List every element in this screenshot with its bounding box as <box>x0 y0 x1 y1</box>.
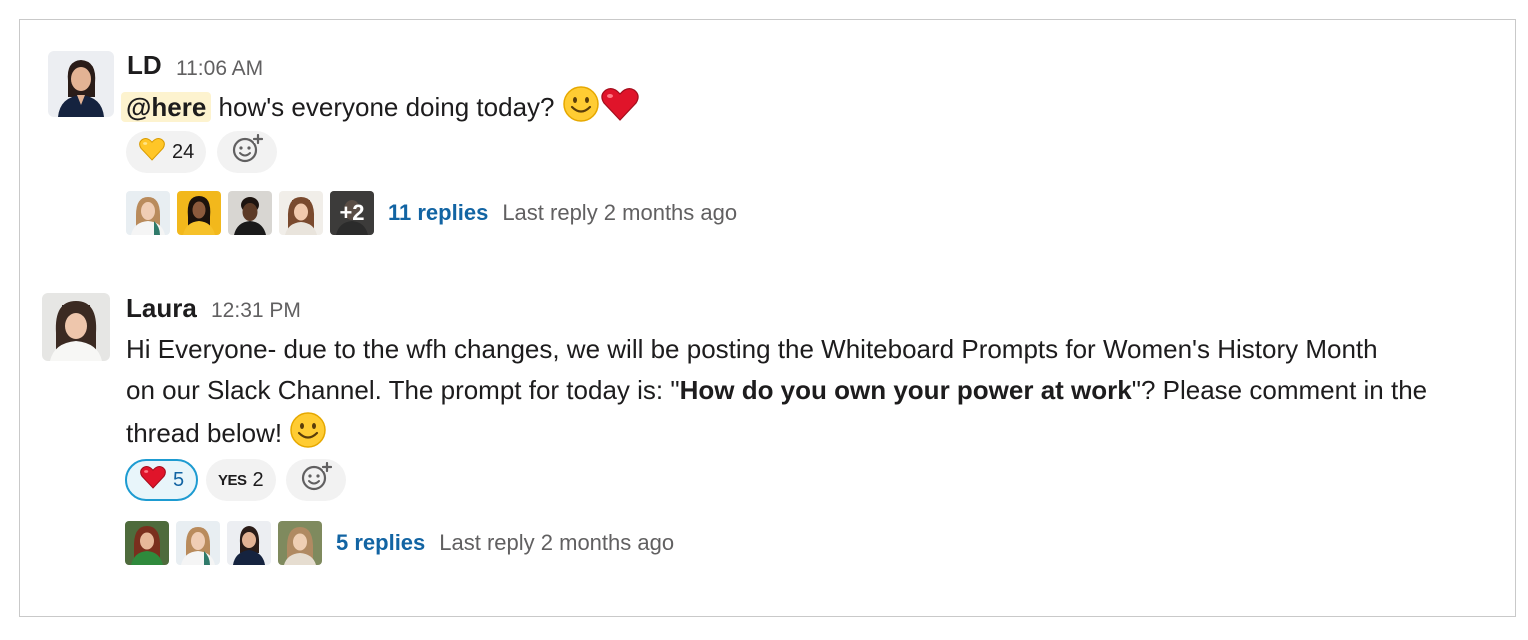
message-text: @here how's everyone doing today? <box>121 85 640 135</box>
smile-emoji-icon <box>562 85 600 135</box>
red-heart-icon <box>139 464 167 496</box>
author-name[interactable]: Laura <box>126 293 197 324</box>
participant-avatar <box>177 191 221 235</box>
yellow-heart-icon <box>138 136 166 168</box>
reaction-count: 5 <box>173 468 185 491</box>
replies-link[interactable]: 5 replies <box>336 530 425 556</box>
add-reaction-button[interactable] <box>286 459 346 501</box>
message-text: Hi Everyone- due to the wfh changes, we … <box>126 329 1506 461</box>
text-segment: "? Please comment in the <box>1131 375 1428 405</box>
participant-avatar-more: +2 <box>330 191 374 235</box>
reaction-count: 2 <box>252 468 264 491</box>
message-body: how's everyone doing today? <box>218 92 555 122</box>
participant-avatar <box>126 191 170 235</box>
thread-summary[interactable]: 5 replies Last reply 2 months ago <box>125 521 674 565</box>
text-segment: on our Slack Channel. The prompt for tod… <box>126 375 680 405</box>
last-reply-time: Last reply 2 months ago <box>439 530 675 555</box>
avatar[interactable] <box>48 51 114 117</box>
participant-avatar <box>227 521 271 565</box>
add-reaction-button[interactable] <box>217 131 277 173</box>
more-participants-count: +2 <box>330 191 374 235</box>
message-pane: LD 11:06 AM @here how's everyone doing t… <box>19 19 1516 617</box>
message-line: on our Slack Channel. The prompt for tod… <box>126 370 1506 411</box>
message-line: thread below! <box>126 411 1506 461</box>
text-segment: thread below! <box>126 418 283 448</box>
last-reply-time: Last reply 2 months ago <box>502 200 738 225</box>
participant-avatar <box>278 521 322 565</box>
red-heart-emoji-icon <box>600 85 640 135</box>
add-emoji-icon <box>231 133 264 170</box>
timestamp[interactable]: 12:31 PM <box>211 299 301 323</box>
participant-avatar <box>228 191 272 235</box>
prompt-bold-text: How do you own your power at work <box>679 375 1132 405</box>
participant-avatar <box>125 521 169 565</box>
avatar[interactable] <box>42 293 110 361</box>
reaction-red-heart[interactable]: 5 <box>125 459 199 501</box>
participant-avatar <box>279 191 323 235</box>
smile-emoji-icon <box>289 411 327 461</box>
thread-summary[interactable]: +2 11 replies Last reply 2 months ago <box>126 191 737 235</box>
replies-link[interactable]: 11 replies <box>388 200 488 226</box>
reaction-yellow-heart[interactable]: 24 <box>126 131 207 173</box>
here-mention[interactable]: @here <box>121 92 212 122</box>
add-emoji-icon <box>300 461 333 498</box>
yes-emoji-icon: YES <box>218 471 247 489</box>
reaction-yes[interactable]: YES 2 <box>206 459 276 501</box>
message-line: Hi Everyone- due to the wfh changes, we … <box>126 334 1378 364</box>
participant-avatar <box>176 521 220 565</box>
reaction-count: 24 <box>172 140 195 163</box>
author-name[interactable]: LD <box>127 50 162 81</box>
timestamp[interactable]: 11:06 AM <box>176 57 263 81</box>
